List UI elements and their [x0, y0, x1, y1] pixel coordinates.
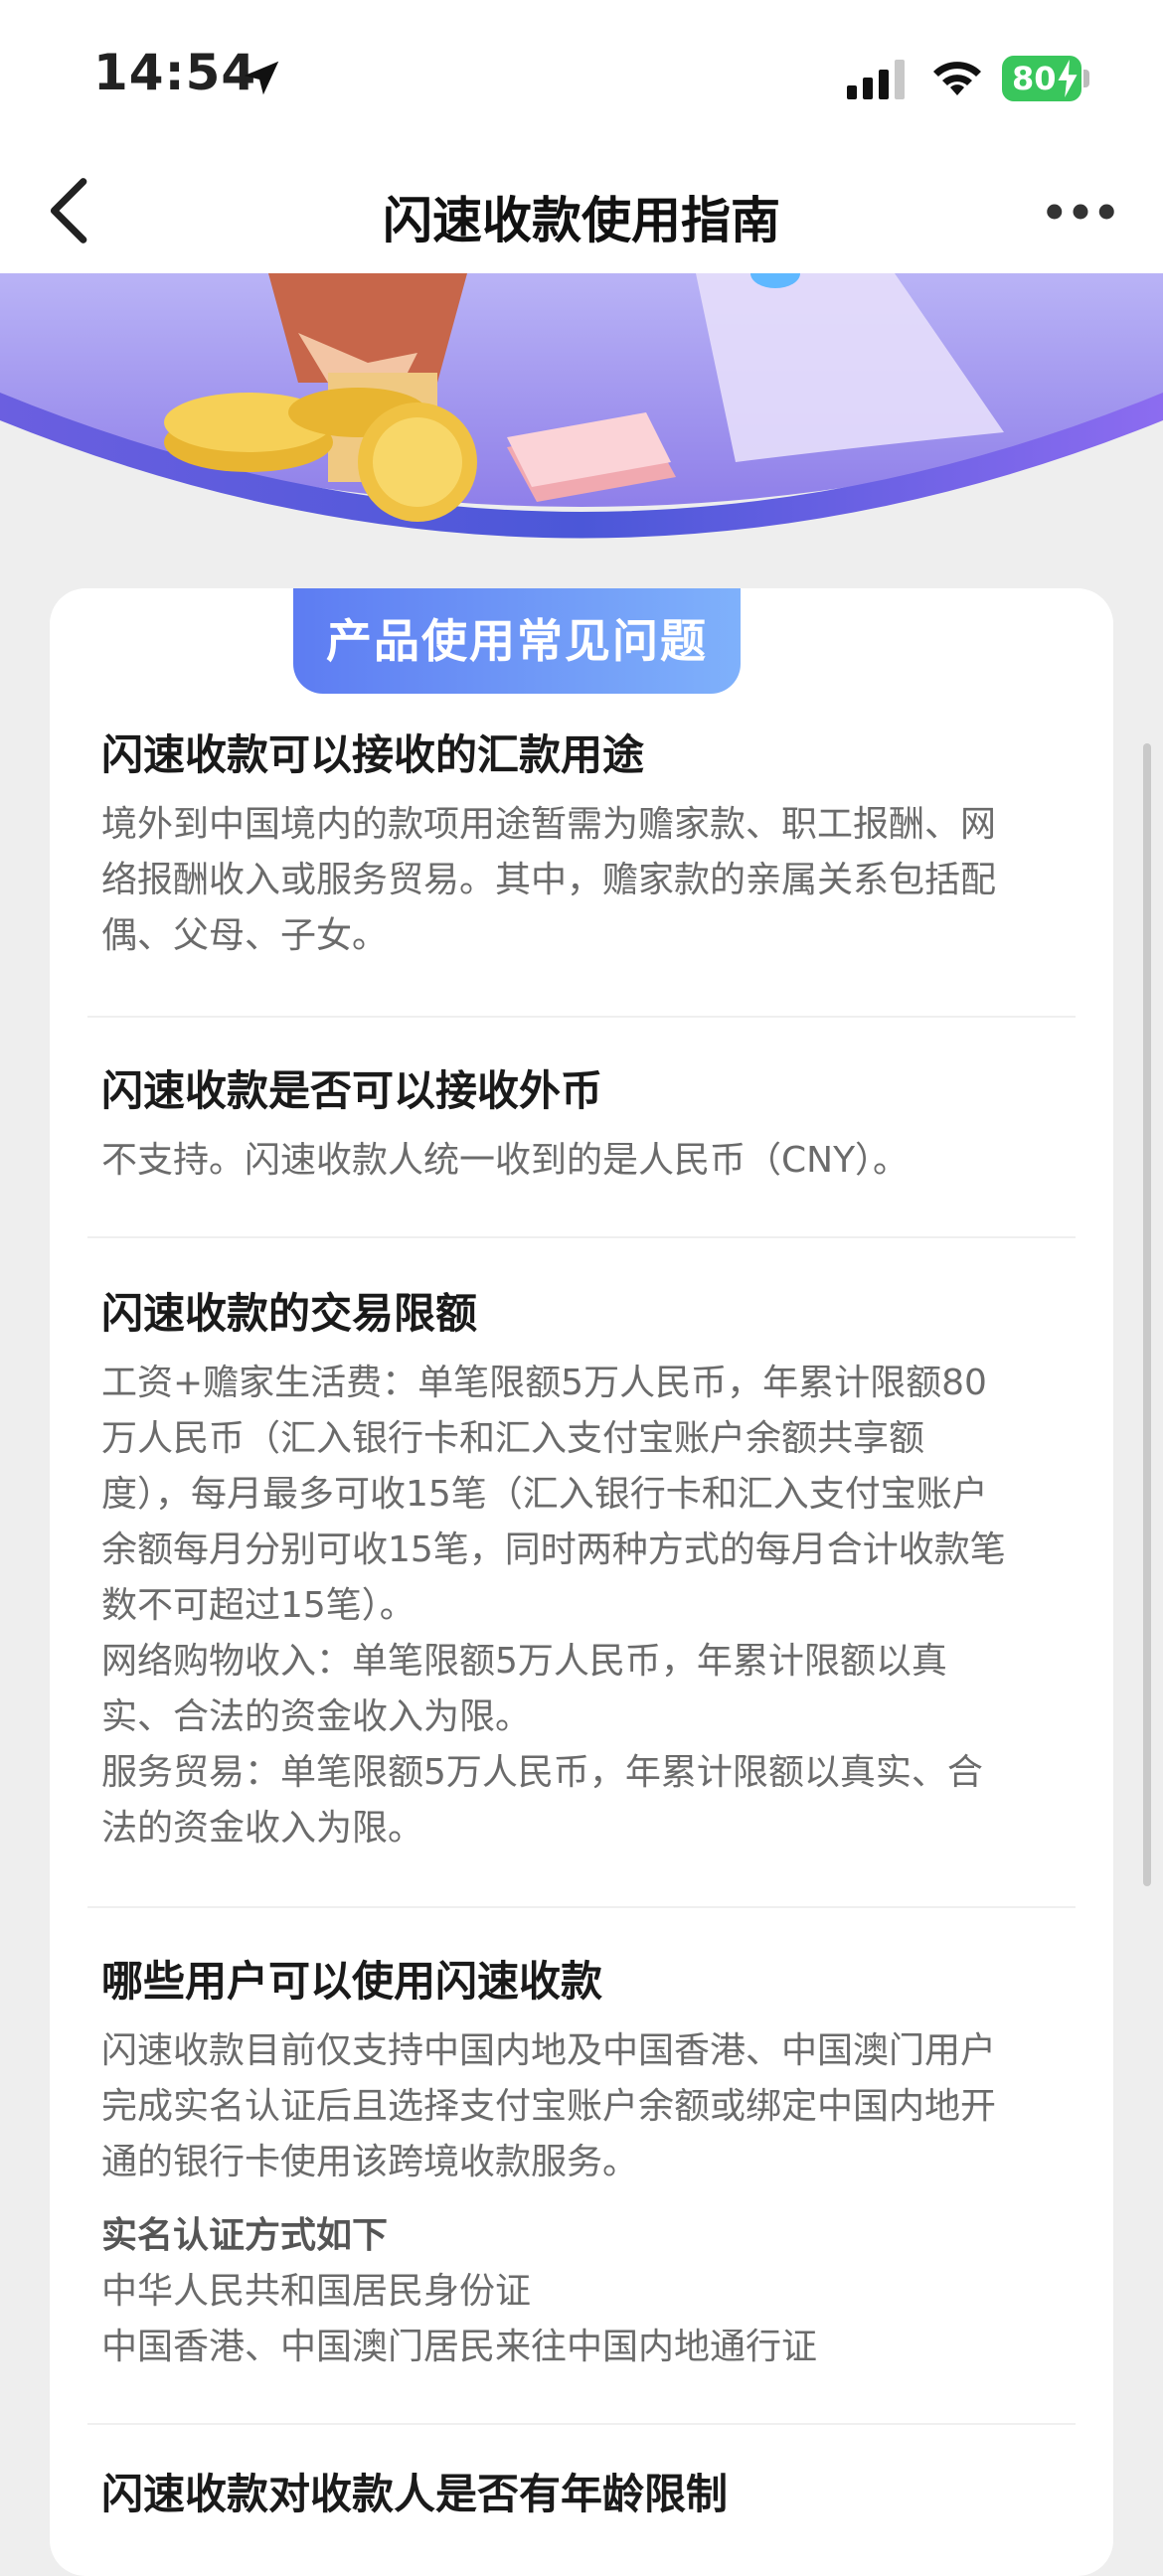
faq-item: 闪速收款是否可以接收外币 不支持。闪速收款人统一收到的是人民币（CNY）。 [101, 1063, 1066, 1189]
answer-line: 偶、父母、子女。 [101, 915, 389, 956]
answer-line: 不支持。闪速收款人统一收到的是人民币（CNY）。 [101, 1140, 910, 1181]
answer-line: 络报酬收入或服务贸易。其中，赡家款的亲属关系包括配 [101, 860, 997, 900]
faq-section-tab: 产品使用常见问题 [293, 588, 741, 694]
answer-line: 闪速收款目前仅支持中国内地及中国香港、中国澳门用户 [101, 2030, 997, 2071]
answer-line: 中华人民共和国居民身份证 [101, 2271, 532, 2312]
faq-subheading: 实名认证方式如下 [101, 2215, 389, 2256]
divider [87, 2423, 1076, 2425]
answer-line: 度），每月最多可收15笔（汇入银行卡和汇入支付宝账户 [101, 1474, 988, 1515]
nav-bar: 闪速收款使用指南 [0, 149, 1163, 273]
answer-line: 中国香港、中国澳门居民来往中国内地通行证 [101, 2327, 818, 2367]
answer-line: 法的资金收入为限。 [101, 1808, 424, 1849]
answer-line: 余额每月分别可收15笔，同时两种方式的每月合计收款笔 [101, 1530, 1006, 1570]
answer-line: 网络购物收入：单笔限额5万人民币，年累计限额以真 [101, 1641, 947, 1682]
status-bar: 14:54 80 [0, 0, 1163, 149]
battery-level: 80 [1012, 60, 1057, 97]
charging-bolt-icon [1058, 60, 1078, 97]
banner-illustration [0, 273, 1163, 552]
faq-answer: 境外到中国境内的款项用途暂需为赡家款、职工报酬、网 络报酬收入或服务贸易。其中，… [101, 797, 1066, 964]
faq-question: 闪速收款是否可以接收外币 [101, 1066, 603, 1115]
answer-line: 通的银行卡使用该跨境收款服务。 [101, 2142, 639, 2182]
faq-answer: 闪速收款目前仅支持中国内地及中国香港、中国澳门用户 完成实名认证后且选择支付宝账… [101, 2023, 1066, 2190]
faq-item: 闪速收款对收款人是否有年龄限制 [101, 2467, 1066, 2522]
page-title: 闪速收款使用指南 [383, 192, 780, 249]
faq-question: 闪速收款可以接收的汇款用途 [101, 730, 645, 779]
battery-tip [1083, 70, 1089, 87]
faq-question: 闪速收款对收款人是否有年龄限制 [101, 2470, 729, 2518]
faq-card: 产品使用常见问题 闪速收款可以接收的汇款用途 境外到中国境内的款项用途暂需为赡家… [50, 588, 1113, 2576]
answer-line: 数不可超过15笔）。 [101, 1585, 415, 1626]
cellular-signal-icon [847, 60, 905, 99]
faq-item: 闪速收款的交易限额 工资+赡家生活费：单笔限额5万人民币，年累计限额80 万人民… [101, 1286, 1066, 1856]
answer-line: 服务贸易：单笔限额5万人民币，年累计限额以真实、合 [101, 1752, 983, 1793]
faq-sub-answer: 中华人民共和国居民身份证 中国香港、中国澳门居民来往中国内地通行证 [101, 2264, 1066, 2375]
scrollbar[interactable] [1143, 743, 1151, 1886]
faq-answer: 不支持。闪速收款人统一收到的是人民币（CNY）。 [101, 1133, 1066, 1189]
faq-item: 闪速收款可以接收的汇款用途 境外到中国境内的款项用途暂需为赡家款、职工报酬、网 … [101, 727, 1066, 964]
answer-line: 工资+赡家生活费：单笔限额5万人民币，年累计限额80 [101, 1363, 987, 1403]
status-time: 14:54 [93, 44, 257, 101]
answer-line: 实、合法的资金收入为限。 [101, 1696, 532, 1737]
faq-answer: 工资+赡家生活费：单笔限额5万人民币，年累计限额80 万人民币（汇入银行卡和汇入… [101, 1356, 1066, 1856]
divider [87, 1016, 1076, 1018]
divider [87, 1236, 1076, 1238]
answer-line: 完成实名认证后且选择支付宝账户余额或绑定中国内地开 [101, 2086, 997, 2127]
divider [87, 1906, 1076, 1908]
faq-item: 哪些用户可以使用闪速收款 闪速收款目前仅支持中国内地及中国香港、中国澳门用户 完… [101, 1954, 1066, 2375]
faq-question: 哪些用户可以使用闪速收款 [101, 1957, 603, 2006]
wifi-icon [933, 62, 981, 95]
location-arrow-icon [244, 61, 279, 95]
answer-line: 境外到中国境内的款项用途暂需为赡家款、职工报酬、网 [101, 804, 997, 845]
faq-question: 闪速收款的交易限额 [101, 1289, 478, 1338]
battery-indicator: 80 [1002, 56, 1081, 101]
more-dots-icon[interactable] [1046, 197, 1115, 227]
answer-line: 万人民币（汇入银行卡和汇入支付宝账户余额共享额 [101, 1418, 925, 1459]
